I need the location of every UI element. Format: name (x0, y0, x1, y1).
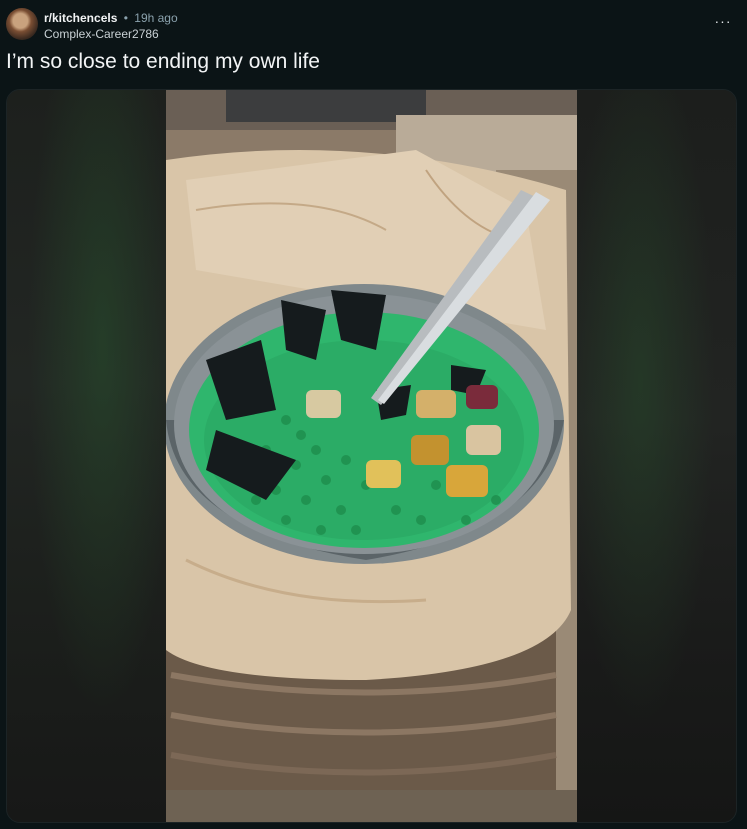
post-meta-line: r/kitchencels • 19h ago (44, 11, 178, 25)
post-header: r/kitchencels • 19h ago Complex-Career27… (6, 6, 741, 44)
post-time: 19h ago (134, 11, 178, 25)
subreddit-avatar[interactable] (6, 8, 38, 40)
more-options-button[interactable]: ··· (711, 14, 735, 34)
dessert-photo-illustration (166, 90, 577, 822)
media-blur-left (7, 90, 166, 822)
post-media[interactable] (6, 89, 737, 823)
dessert-bowl-photo[interactable] (166, 90, 577, 822)
media-blur-right (577, 90, 736, 822)
post-author[interactable]: Complex-Career2786 (44, 27, 159, 41)
subreddit-name[interactable]: r/kitchencels (44, 11, 117, 25)
post-title[interactable]: I’m so close to ending my own life (6, 49, 320, 75)
meta-separator: • (123, 11, 128, 25)
